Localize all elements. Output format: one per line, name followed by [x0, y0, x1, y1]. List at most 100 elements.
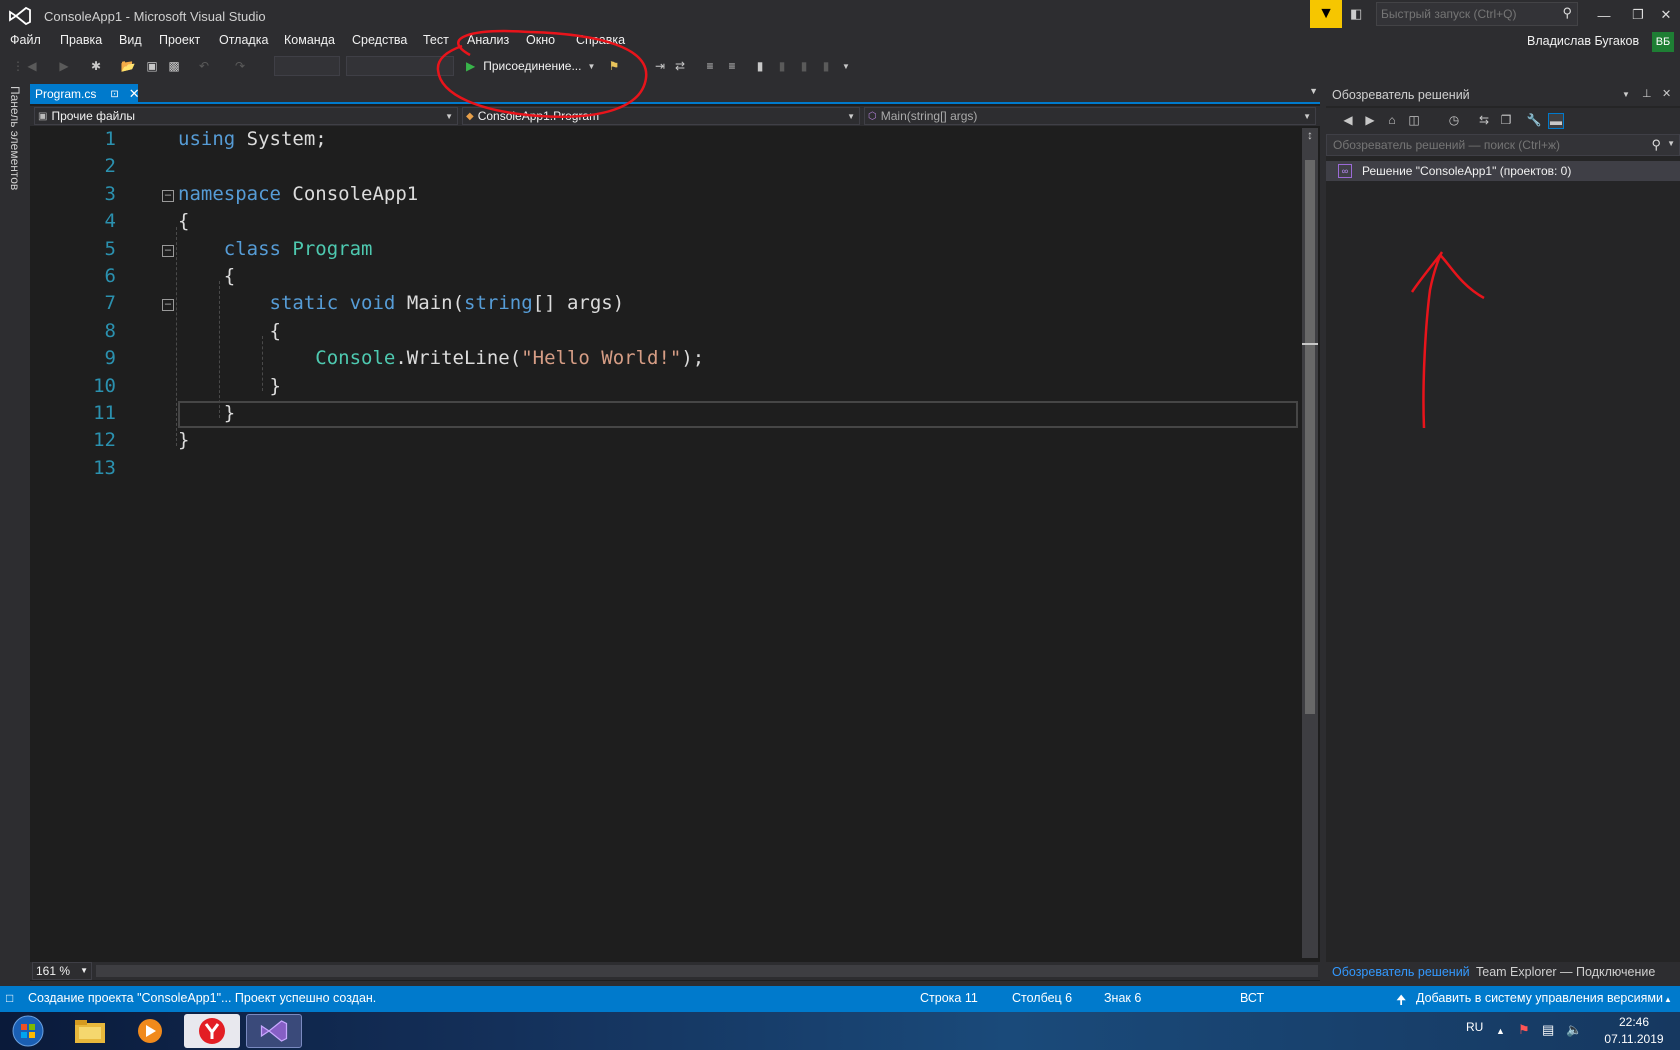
code-text-area[interactable]: 1 using System; 2 3− namespace ConsoleApp1 4{… — [60, 128, 1310, 958]
toolbar-overflow-icon[interactable]: ▼ — [838, 58, 854, 74]
code-line[interactable]: 12} — [60, 429, 1300, 456]
search-icon[interactable]: ⚲ — [1651, 137, 1661, 153]
bookmark-icon[interactable]: ▮ — [752, 58, 768, 74]
code-line[interactable]: 2 — [60, 155, 1300, 182]
clock-date[interactable]: 07.11.2019 — [1598, 1032, 1670, 1046]
tray-expand-icon[interactable]: ▲ — [1496, 1026, 1505, 1036]
pin-icon[interactable]: ⊡ — [110, 89, 118, 100]
visual-studio-icon[interactable] — [246, 1014, 302, 1048]
step-into-icon[interactable]: ⇥ — [652, 58, 668, 74]
chevron-up-icon[interactable]: ▲ — [1664, 995, 1672, 1004]
code-line[interactable]: 4{ — [60, 210, 1300, 237]
clock-time[interactable]: 22:46 — [1610, 1015, 1658, 1029]
tab-program-cs[interactable]: Program.cs ⊡ ✕ — [30, 84, 140, 104]
solution-config-combo[interactable] — [274, 56, 340, 76]
class-combo[interactable]: ◆ ConsoleApp1.Program ▼ — [462, 107, 860, 125]
yandex-browser-icon[interactable] — [184, 1014, 240, 1048]
pending-changes-icon[interactable]: ◷ — [1446, 113, 1462, 129]
forward-icon[interactable]: ▶ — [1362, 113, 1378, 129]
code-line[interactable]: 7 − static void Main(string[] args) — [60, 292, 1300, 319]
tab-solution-explorer[interactable]: Обозреватель решений — [1332, 965, 1470, 979]
home-icon[interactable]: ⌂ — [1384, 113, 1400, 129]
menu-project[interactable]: Проект — [159, 33, 200, 47]
split-window-icon[interactable]: ↕ — [1303, 128, 1317, 142]
code-line[interactable]: 8 { — [60, 320, 1300, 347]
language-indicator[interactable]: RU — [1466, 1020, 1483, 1034]
attach-button[interactable]: ▶ Присоединение... ▼ — [460, 56, 596, 76]
tab-team-explorer[interactable]: Team Explorer — Подключение — [1476, 965, 1655, 979]
back-icon[interactable]: ◀ — [24, 58, 40, 74]
chevron-down-icon[interactable]: ▼ — [587, 62, 595, 71]
file-explorer-icon[interactable] — [62, 1014, 118, 1048]
collapse-all-icon[interactable]: ❐ — [1498, 113, 1514, 129]
pin-icon[interactable]: ⊥ — [1642, 87, 1652, 100]
menu-file[interactable]: Файл — [10, 33, 41, 47]
next-bookmark-icon[interactable]: ▮ — [796, 58, 812, 74]
network-icon[interactable]: ▤ — [1542, 1022, 1554, 1038]
solution-root-node[interactable]: ∞ Решение "ConsoleApp1" (проектов: 0) — [1326, 161, 1680, 181]
collapse-icon[interactable]: − — [162, 244, 174, 257]
menu-edit[interactable]: Правка — [60, 33, 102, 47]
media-player-icon[interactable] — [122, 1014, 178, 1048]
zoom-combo[interactable]: 161 % ▼ — [32, 962, 92, 980]
menu-view[interactable]: Вид — [119, 33, 142, 47]
scrollbar-thumb[interactable] — [1305, 160, 1315, 714]
forward-icon[interactable]: ▶ — [56, 58, 72, 74]
back-icon[interactable]: ◀ — [1340, 113, 1356, 129]
avatar[interactable]: ВБ — [1652, 32, 1674, 52]
output-icon[interactable]: □ — [6, 991, 13, 1005]
add-to-source-control[interactable]: Добавить в систему управления версиями — [1416, 991, 1663, 1005]
member-combo[interactable]: ⬡ Main(string[] args) ▼ — [864, 107, 1316, 125]
search-icon[interactable]: ⚲ — [1562, 5, 1572, 21]
find-icon[interactable]: ⚑ — [606, 58, 622, 74]
solution-search-input[interactable] — [1333, 137, 1633, 153]
collapse-icon[interactable]: − — [162, 298, 174, 312]
code-line[interactable]: 6 { — [60, 265, 1300, 292]
user-name[interactable]: Владислав Бугаков — [1527, 34, 1639, 48]
quick-launch-box[interactable]: ⚲ — [1376, 2, 1578, 26]
prev-bookmark-icon[interactable]: ▮ — [774, 58, 790, 74]
code-line[interactable]: 13 — [60, 457, 1300, 484]
undo-icon[interactable]: ↶ — [196, 58, 212, 74]
volume-icon[interactable]: 🔈 — [1566, 1022, 1582, 1038]
minimize-icon[interactable]: — — [1586, 2, 1622, 28]
properties-icon[interactable]: 🔧 — [1526, 113, 1542, 129]
sync-icon[interactable]: ⇆ — [1476, 113, 1492, 129]
tab-overflow-icon[interactable]: ▼ — [1309, 86, 1318, 96]
quick-launch-input[interactable] — [1381, 5, 1551, 23]
close-icon[interactable]: ✕ — [1662, 87, 1671, 100]
menu-tools[interactable]: Средства — [352, 33, 407, 47]
new-project-icon[interactable]: ✱ — [88, 58, 104, 74]
outdent-icon[interactable]: ≡ — [702, 58, 718, 74]
close-icon[interactable]: ✕ — [1648, 2, 1680, 28]
filter-icon[interactable]: ▼ — [1310, 0, 1342, 28]
solution-search-box[interactable]: ⚲ ▼ — [1326, 134, 1680, 156]
open-file-icon[interactable]: 📂 — [120, 58, 136, 74]
menu-test[interactable]: Тест — [423, 33, 449, 47]
redo-icon[interactable]: ↷ — [232, 58, 248, 74]
solution-platform-combo[interactable] — [346, 56, 454, 76]
clear-bookmarks-icon[interactable]: ▮ — [818, 58, 834, 74]
code-line[interactable]: 5 − class Program — [60, 238, 1300, 265]
menu-help[interactable]: Справка — [576, 33, 625, 47]
chevron-down-icon[interactable]: ▼ — [1667, 139, 1675, 148]
collapse-icon[interactable]: − — [162, 189, 174, 202]
step-over-icon[interactable]: ⇄ — [672, 58, 688, 74]
preview-selected-icon[interactable]: ▬ — [1548, 113, 1564, 129]
menu-team[interactable]: Команда — [284, 33, 335, 47]
save-icon[interactable]: ▣ — [144, 58, 160, 74]
horizontal-scrollbar[interactable] — [96, 965, 1318, 977]
windows-start-icon[interactable] — [4, 1014, 52, 1048]
code-line[interactable]: 1 using System; — [60, 128, 1300, 155]
menu-window[interactable]: Окно — [526, 33, 555, 47]
indent-icon[interactable]: ≡ — [724, 58, 740, 74]
action-center-icon[interactable]: ⚑ — [1518, 1022, 1530, 1038]
code-line[interactable]: 10 } — [60, 375, 1300, 402]
chevron-down-icon[interactable]: ▼ — [1622, 90, 1630, 99]
menu-analyze[interactable]: Анализ — [467, 33, 509, 47]
feedback-icon[interactable]: ◧ — [1350, 6, 1368, 22]
project-combo[interactable]: ▣ Прочие файлы ▼ — [34, 107, 458, 125]
switch-views-icon[interactable]: ◫ — [1406, 113, 1422, 129]
save-all-icon[interactable]: ▩ — [166, 58, 182, 74]
vertical-scrollbar[interactable] — [1302, 128, 1318, 958]
